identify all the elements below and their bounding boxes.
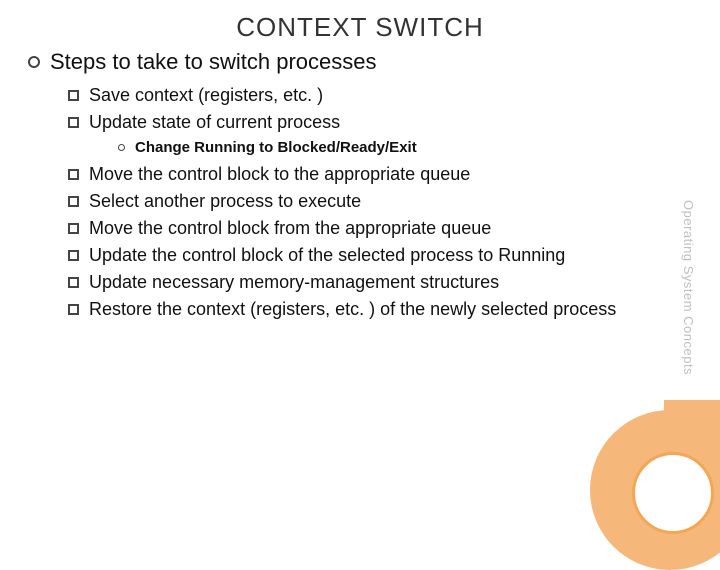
square-bullet-icon: [68, 277, 79, 288]
lvl2-text: Update the control block of the selected…: [89, 245, 565, 266]
lvl2-text: Move the control block to the appropriat…: [89, 164, 470, 185]
lvl2-text: Update necessary memory-management struc…: [89, 272, 499, 293]
square-bullet-icon: [68, 250, 79, 261]
ring-bullet-icon: [118, 144, 125, 151]
ring-bullet-icon: [28, 56, 40, 68]
lvl2-text: Restore the context (registers, etc. ) o…: [89, 299, 616, 320]
decoration-ring: [632, 452, 714, 534]
bullet-lvl1: Steps to take to switch processes: [28, 49, 692, 75]
slide: CONTEXT SWITCH Steps to take to switch p…: [0, 0, 720, 540]
bullet-lvl2: Move the control block to the appropriat…: [68, 164, 692, 185]
lvl2-text: Save context (registers, etc. ): [89, 85, 323, 106]
lvl2-text: Select another process to execute: [89, 191, 361, 212]
square-bullet-icon: [68, 90, 79, 101]
bullet-lvl2: Save context (registers, etc. ): [68, 85, 692, 106]
lvl3-text: Change Running to Blocked/Ready/Exit: [135, 139, 417, 156]
square-bullet-icon: [68, 304, 79, 315]
bullet-lvl3: Change Running to Blocked/Ready/Exit: [118, 139, 692, 156]
bullet-lvl2: Move the control block from the appropri…: [68, 218, 692, 239]
square-bullet-icon: [68, 196, 79, 207]
lvl2-text: Update state of current process: [89, 112, 340, 133]
bullet-lvl2: Restore the context (registers, etc. ) o…: [68, 299, 692, 320]
square-bullet-icon: [68, 117, 79, 128]
lvl2-text: Move the control block from the appropri…: [89, 218, 491, 239]
bullet-lvl2: Update necessary memory-management struc…: [68, 272, 692, 293]
square-bullet-icon: [68, 223, 79, 234]
bullet-lvl2: Select another process to execute: [68, 191, 692, 212]
bullet-lvl2: Update state of current process: [68, 112, 692, 133]
side-label: Operating System Concepts: [681, 200, 696, 375]
slide-title: CONTEXT SWITCH: [28, 12, 692, 43]
square-bullet-icon: [68, 169, 79, 180]
bullet-lvl2: Update the control block of the selected…: [68, 245, 692, 266]
lvl1-text: Steps to take to switch processes: [50, 49, 377, 75]
